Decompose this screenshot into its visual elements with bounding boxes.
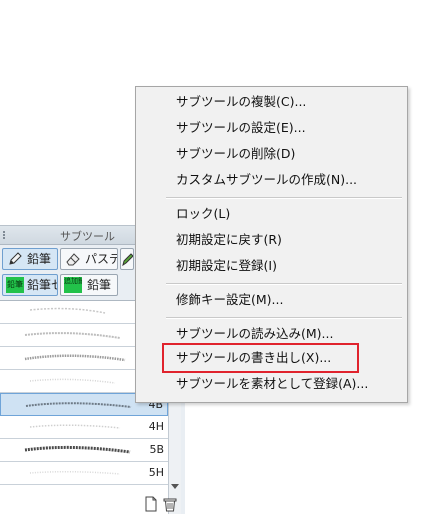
badge-icon: 追加鉛筆	[64, 277, 82, 293]
brush-stroke-preview	[29, 307, 106, 314]
menu-item-modifier-key-settings[interactable]: 修飾キー設定(M)...	[176, 289, 401, 311]
new-sub-tool-icon[interactable]	[143, 496, 159, 512]
tab-additional-pencil[interactable]: 追加鉛筆 鉛筆	[60, 274, 118, 296]
menu-item-lock[interactable]: ロック(L)	[176, 203, 401, 225]
menu-item-register-sub-tool-as-material[interactable]: サブツールを素材として登録(A)...	[176, 373, 401, 395]
menu-item-delete-sub-tool[interactable]: サブツールの削除(D)	[176, 143, 401, 165]
brush-stroke-preview	[24, 332, 121, 339]
eraser-icon	[66, 253, 80, 266]
grip-icon[interactable]	[3, 231, 13, 239]
brush-size-label: 4H	[148, 420, 164, 433]
list-item[interactable]: 5B	[0, 439, 168, 462]
tab-label: パステ	[85, 252, 118, 266]
palette-title: サブツール	[60, 230, 115, 243]
palette-bottom-bar	[0, 496, 185, 514]
list-item[interactable]: 4H	[0, 416, 168, 439]
context-menu: サブツールの複製(C)... サブツールの設定(E)... サブツールの削除(D…	[135, 86, 408, 403]
trash-icon[interactable]	[162, 496, 178, 512]
menu-separator	[166, 317, 402, 319]
badge-icon: 鉛筆	[6, 277, 24, 293]
brush-size-label: 5B	[149, 443, 164, 456]
menu-item-duplicate-sub-tool[interactable]: サブツールの複製(C)...	[176, 91, 401, 113]
brush-stroke-preview	[29, 378, 116, 384]
brush-stroke-preview	[24, 445, 131, 454]
tab-pencil-set[interactable]: 鉛筆 鉛筆セ	[2, 274, 58, 296]
tab-label: 鉛筆	[27, 252, 52, 266]
tab-label: 鉛筆	[87, 278, 112, 292]
brush-stroke-preview	[29, 470, 121, 475]
menu-separator	[166, 283, 402, 285]
menu-item-sub-tool-settings[interactable]: サブツールの設定(E)...	[176, 117, 401, 139]
menu-item-register-as-default[interactable]: 初期設定に登録(I)	[176, 255, 401, 277]
tab-label: 鉛筆セ	[27, 278, 57, 292]
menu-item-create-custom-sub-tool[interactable]: カスタムサブツールの作成(N)...	[176, 169, 401, 191]
pen-icon	[122, 253, 133, 267]
tab-pen[interactable]	[120, 248, 134, 270]
brush-stroke-preview	[25, 402, 132, 408]
menu-item-reset-to-default[interactable]: 初期設定に戻す(R)	[176, 229, 401, 251]
pencil-icon	[9, 252, 22, 265]
export-highlight-box	[162, 343, 359, 373]
list-item[interactable]: 5H	[0, 462, 168, 485]
menu-separator	[166, 197, 402, 199]
tab-pencil[interactable]: 鉛筆	[2, 248, 58, 270]
menu-item-import-sub-tool[interactable]: サブツールの読み込み(M)...	[176, 323, 401, 345]
brush-size-label: 5H	[148, 466, 164, 479]
scroll-down-arrow-icon[interactable]	[171, 484, 179, 489]
brush-stroke-preview	[29, 424, 121, 429]
tab-pastel[interactable]: パステ	[60, 248, 118, 270]
brush-stroke-preview	[24, 354, 126, 362]
